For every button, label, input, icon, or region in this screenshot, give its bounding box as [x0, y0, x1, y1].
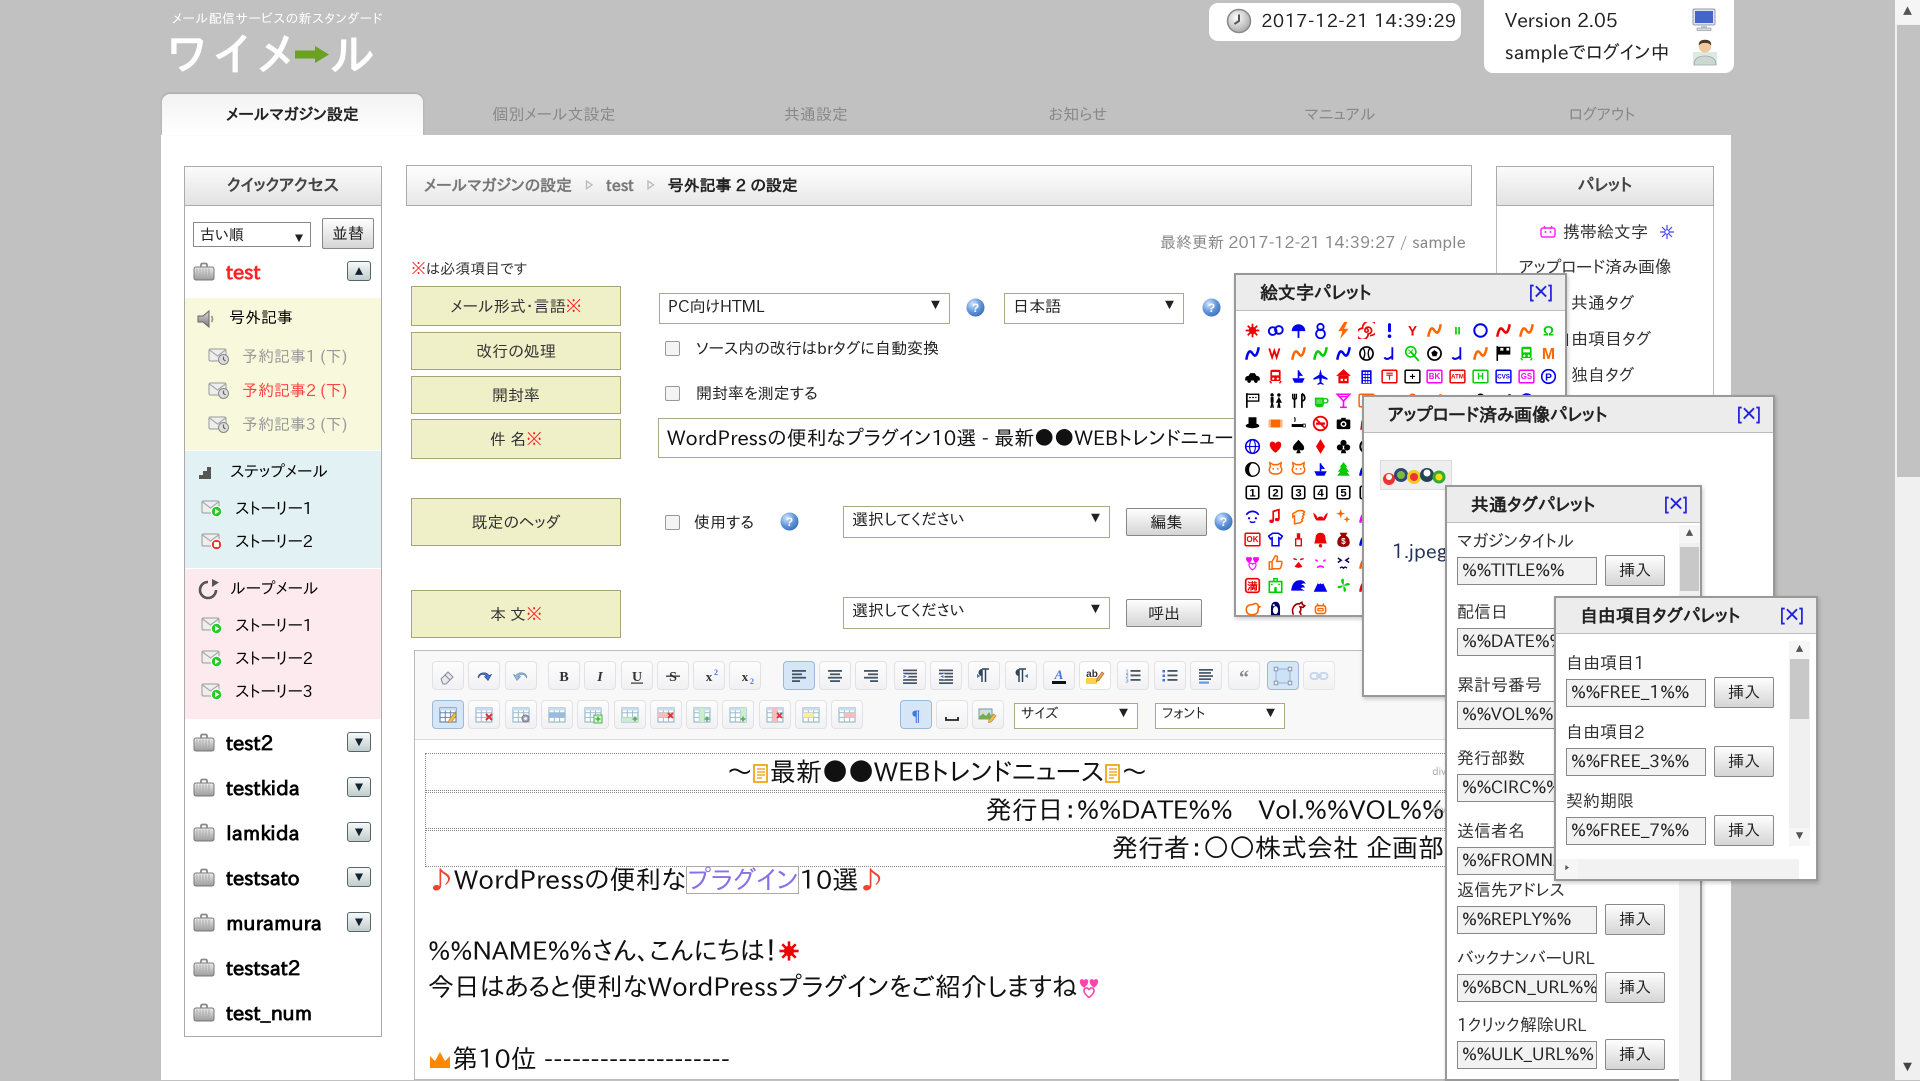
- svg-text:Ω: Ω: [1543, 323, 1554, 338]
- svg-text:GS: GS: [1521, 372, 1532, 381]
- svg-text:3: 3: [1126, 679, 1129, 685]
- svg-text:$: $: [1341, 537, 1346, 546]
- svg-text:5: 5: [1340, 488, 1346, 500]
- svg-text:P: P: [1545, 372, 1552, 383]
- svg-text:B: B: [559, 670, 568, 685]
- svg-text:2: 2: [750, 677, 754, 686]
- svg-text:¶: ¶: [911, 708, 920, 725]
- svg-text:ab: ab: [1086, 669, 1098, 680]
- svg-text:II: II: [1454, 326, 1460, 338]
- svg-text:満: 満: [1247, 580, 1258, 592]
- svg-text:1: 1: [1249, 488, 1255, 500]
- svg-text:S: S: [669, 670, 677, 685]
- svg-text:x: x: [742, 669, 749, 684]
- svg-text:M: M: [1542, 346, 1555, 362]
- svg-text:2: 2: [1272, 488, 1278, 500]
- svg-text:Y: Y: [1408, 323, 1417, 338]
- svg-text:?: ?: [972, 301, 979, 315]
- svg-text:x: x: [706, 669, 713, 684]
- svg-text:2: 2: [714, 668, 718, 677]
- svg-text:A: A: [1053, 667, 1063, 682]
- svg-text:H: H: [1477, 371, 1484, 381]
- svg-text:?: ?: [786, 515, 793, 529]
- svg-text:3: 3: [1295, 488, 1301, 500]
- svg-text:ATM: ATM: [1451, 373, 1464, 380]
- svg-text:?: ?: [1220, 515, 1227, 529]
- svg-text:+: +: [1410, 372, 1416, 383]
- svg-text:CVS: CVS: [1497, 373, 1510, 380]
- svg-text:〒: 〒: [1385, 371, 1394, 381]
- svg-text:?: ?: [1208, 301, 1215, 315]
- svg-text:4: 4: [1317, 488, 1324, 500]
- svg-text:“: “: [1239, 667, 1249, 687]
- svg-text:I: I: [596, 670, 603, 685]
- svg-text:OK: OK: [1247, 535, 1259, 544]
- svg-text:BK: BK: [1429, 372, 1441, 381]
